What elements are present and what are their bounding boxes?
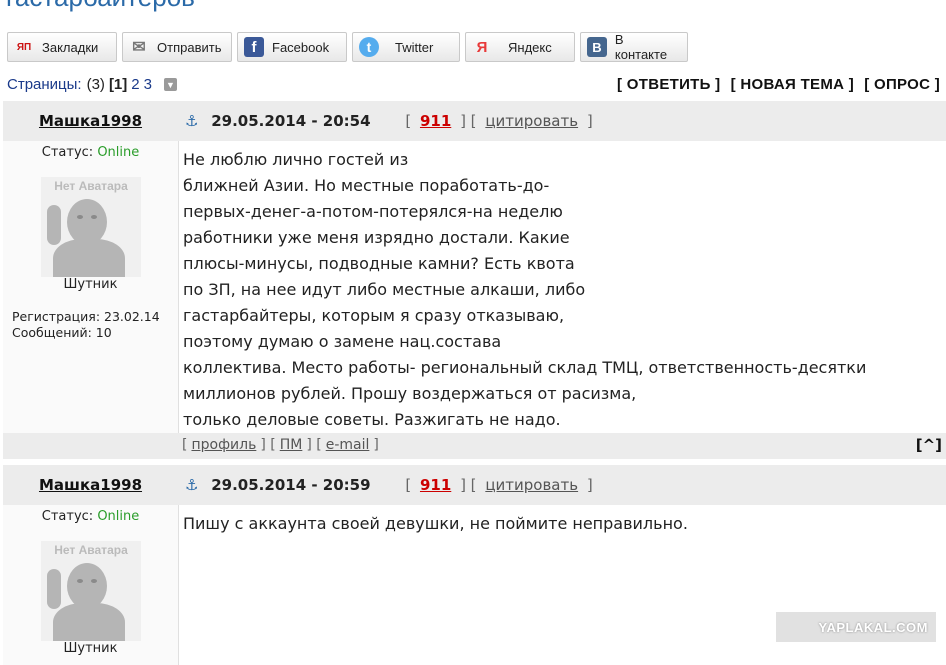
author-status: Статус: Online — [3, 145, 178, 160]
yap-icon: ЯП — [16, 41, 32, 53]
post-rating[interactable]: 911 — [420, 112, 451, 130]
page-jump-icon[interactable]: ▼ — [163, 78, 177, 91]
no-avatar-label: Нет Аватара — [54, 543, 128, 557]
facebook-icon: f — [244, 37, 264, 57]
post-line: Пишу с аккаунта своей девушки, не поймит… — [183, 514, 688, 533]
facebook-button[interactable]: f Facebook — [237, 32, 347, 62]
site-watermark: YAPLAKAL.COM — [776, 612, 936, 642]
page-3-link[interactable]: 3 — [144, 76, 152, 93]
avatar: Нет Аватара — [41, 541, 141, 641]
post-date: 29.05.2014 - 20:54 — [211, 112, 371, 130]
reply-button[interactable]: [ ОТВЕТИТЬ ] — [617, 76, 720, 93]
post-line: поэтому думаю о замене нац.состава — [183, 332, 502, 351]
post-meta: ⚓ 29.05.2014 - 20:59 [ 911 ] [ цитироват… — [185, 476, 593, 494]
meta-close-bracket: ] — [586, 112, 593, 130]
send-button[interactable]: ✉ Отправить — [122, 32, 232, 62]
page-count: (3) — [86, 76, 105, 93]
meta-separator: ] [ — [460, 112, 477, 130]
email-link[interactable]: e-mail — [326, 437, 370, 453]
post-line: коллектива. Место работы- региональный с… — [183, 358, 867, 377]
post-content: Пишу с аккаунта своей девушки, не поймит… — [183, 511, 883, 537]
status-online: Online — [97, 509, 140, 524]
topic-title: гастарбайтеров — [6, 0, 195, 13]
quote-link[interactable]: цитировать — [485, 476, 578, 494]
post-rating[interactable]: 911 — [420, 476, 451, 494]
post-line: ближней Азии. Но местные поработать-до- — [183, 176, 550, 195]
current-page: [1] — [108, 76, 128, 93]
post-date: 29.05.2014 - 20:59 — [211, 476, 371, 494]
topic-actions: [ ОТВЕТИТЬ ] [ НОВАЯ ТЕМА ] [ ОПРОС ] — [611, 76, 940, 93]
pages-link[interactable]: Страницы: — [7, 76, 82, 93]
twitter-label: Twitter — [395, 39, 434, 55]
post-header: Машка1998 ⚓ 29.05.2014 - 20:54 [ 911 ] [… — [3, 101, 946, 141]
twitter-button[interactable]: t Twitter — [352, 32, 460, 62]
status-label: Статус: — [41, 145, 94, 160]
meta-separator: ] [ — [460, 476, 477, 494]
post-meta: ⚓ 29.05.2014 - 20:54 [ 911 ] [ цитироват… — [185, 112, 593, 130]
bookmarks-button[interactable]: ЯП Закладки — [7, 32, 117, 62]
post-line: миллионов рублей. Прошу воздержаться от … — [183, 384, 637, 403]
scroll-top-button[interactable]: [^] — [916, 436, 942, 454]
forum-post: Машка1998 ⚓ 29.05.2014 - 20:54 [ 911 ] [… — [3, 101, 946, 459]
author-status: Статус: Online — [3, 509, 178, 524]
mail-icon: ✉ — [132, 39, 146, 56]
yandex-button[interactable]: Я Яндекс — [465, 32, 575, 62]
anchor-icon[interactable]: ⚓ — [185, 112, 198, 130]
pm-link[interactable]: ПМ — [280, 437, 303, 453]
poll-button[interactable]: [ ОПРОС ] — [864, 76, 940, 93]
profile-link[interactable]: профиль — [191, 437, 256, 453]
new-topic-button[interactable]: [ НОВАЯ ТЕМА ] — [731, 76, 854, 93]
send-label: Отправить — [157, 39, 222, 55]
yandex-label: Яндекс — [508, 39, 552, 55]
status-online: Online — [97, 145, 140, 160]
quote-link[interactable]: цитировать — [485, 112, 578, 130]
post-line: Не люблю лично гостей из — [183, 150, 409, 169]
anchor-icon[interactable]: ⚓ — [185, 476, 198, 494]
post-footer: [профиль] [ПМ] [e-mail] [^] — [3, 433, 946, 459]
post-author[interactable]: Машка1998 — [3, 112, 178, 130]
vk-icon: B — [587, 37, 607, 57]
author-stats: Регистрация: 23.02.14 Сообщений: 10 — [12, 309, 160, 341]
author-rank: Шутник — [63, 641, 118, 656]
share-bar: ЯП Закладки ✉ Отправить f Facebook t Twi… — [7, 32, 688, 62]
post-line: только деловые советы. Разжигать не надо… — [183, 410, 561, 429]
post-content: Не люблю лично гостей из ближней Азии. Н… — [183, 147, 883, 433]
post-line: работники уже меня изрядно достали. Каки… — [183, 228, 570, 247]
pagination: Страницы: (3) [1] 2 3 ▼ — [7, 76, 177, 93]
post-line: первых-денег-а-потом-потерялся-на неделю — [183, 202, 563, 221]
bookmarks-label: Закладки — [42, 39, 99, 55]
author-panel: Статус: Online Нет Аватара Шутник Регист… — [3, 141, 179, 433]
no-avatar-label: Нет Аватара — [54, 179, 128, 193]
vk-label: В контакте — [614, 32, 668, 62]
facebook-label: Facebook — [272, 39, 330, 55]
post-footer-links: [профиль] [ПМ] [e-mail] — [182, 437, 379, 453]
post-line: гастарбайтеры, которым я сразу отказываю… — [183, 306, 565, 325]
registration-date: Регистрация: 23.02.14 — [12, 309, 160, 324]
meta-close-bracket: ] — [586, 476, 593, 494]
twitter-icon: t — [359, 37, 379, 57]
avatar: Нет Аватара — [41, 177, 141, 277]
message-count: Сообщений: 10 — [12, 325, 112, 340]
post-line: плюсы-минусы, подводные камни? Есть квот… — [183, 254, 575, 273]
page-2-link[interactable]: 2 — [131, 76, 139, 93]
post-body: Статус: Online Нет Аватара Шутник Регист… — [3, 141, 946, 433]
rating-open-bracket: [ — [405, 112, 412, 130]
author-rank: Шутник — [63, 277, 118, 292]
status-label: Статус: — [41, 509, 94, 524]
post-author[interactable]: Машка1998 — [3, 476, 178, 494]
rating-open-bracket: [ — [405, 476, 412, 494]
vk-button[interactable]: B В контакте — [580, 32, 688, 62]
author-panel: Статус: Online Нет Аватара Шутник — [3, 505, 179, 665]
post-header: Машка1998 ⚓ 29.05.2014 - 20:59 [ 911 ] [… — [3, 465, 946, 505]
yandex-icon: Я — [476, 38, 488, 56]
post-line: по ЗП, на нее идут либо местные алкаши, … — [183, 280, 586, 299]
